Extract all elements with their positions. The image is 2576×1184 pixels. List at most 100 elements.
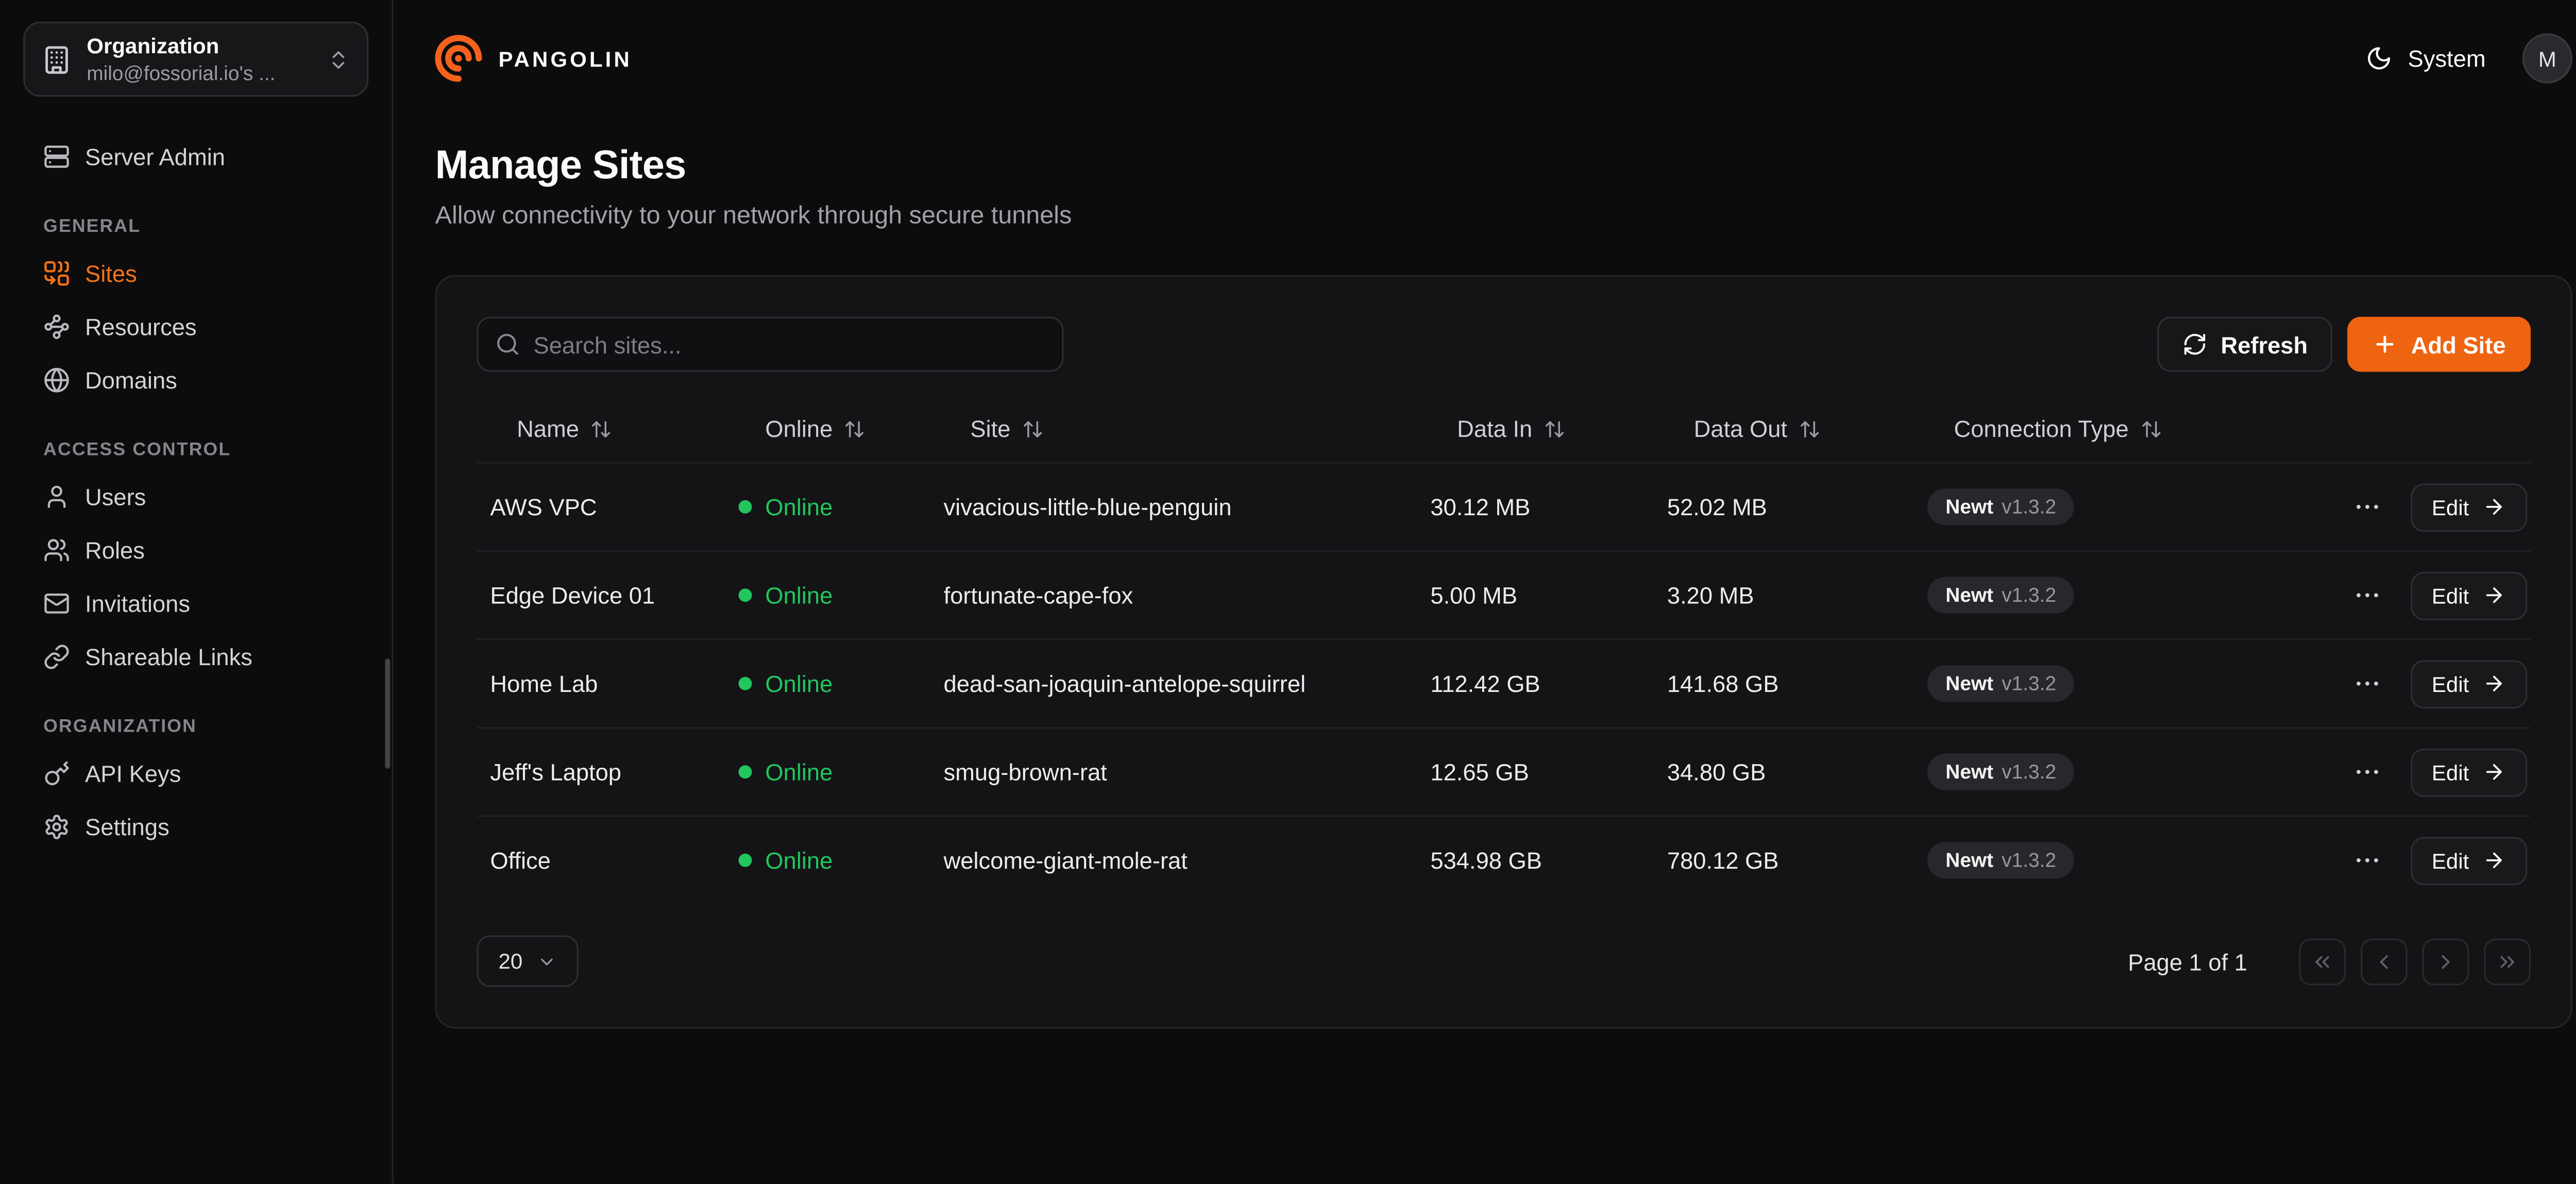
online-status-dot <box>739 500 752 514</box>
gear-icon <box>43 814 70 840</box>
first-page-button[interactable] <box>2299 938 2346 985</box>
page-size-select[interactable]: 20 <box>477 935 579 987</box>
previous-page-button[interactable] <box>2361 938 2408 985</box>
column-header-site[interactable]: Site <box>930 415 1417 442</box>
online-status-label: Online <box>765 758 833 785</box>
edit-button[interactable]: Edit <box>2410 836 2528 885</box>
table-row: Office Online welcome-giant-mole-rat 534… <box>477 815 2531 904</box>
sidebar-item-resources[interactable]: Resources <box>23 300 368 353</box>
brand: PANGOLIN <box>433 33 632 83</box>
sidebar-item-invitations[interactable]: Invitations <box>23 577 368 631</box>
column-header-online[interactable]: Online <box>725 415 930 442</box>
nav-section-organization: ORGANIZATION <box>43 717 348 737</box>
sidebar-item-server-admin[interactable]: Server Admin <box>23 130 368 183</box>
cell-online: Online <box>725 582 930 608</box>
cell-connection-type: Newtv1.3.2 <box>1914 577 2321 614</box>
edit-button[interactable]: Edit <box>2410 659 2528 708</box>
sidebar-item-domains[interactable]: Domains <box>23 353 368 407</box>
more-horizontal-icon <box>2352 845 2382 875</box>
connection-name: Newt <box>1945 584 1993 607</box>
search-input[interactable] <box>533 331 1045 358</box>
column-header-name[interactable]: Name <box>477 415 725 442</box>
refresh-button[interactable]: Refresh <box>2158 317 2333 372</box>
theme-selector-button[interactable]: System <box>2366 45 2486 72</box>
row-menu-button[interactable] <box>2352 845 2382 875</box>
sidebar: Organization milo@fossorial.io's ... Ser… <box>0 0 394 1183</box>
cell-data-in: 112.42 GB <box>1417 670 1654 697</box>
sidebar-item-settings[interactable]: Settings <box>23 800 368 854</box>
page-size-value: 20 <box>499 949 523 974</box>
cell-name: Office <box>477 847 725 874</box>
row-menu-button[interactable] <box>2352 669 2382 699</box>
key-icon <box>43 760 70 787</box>
sidebar-item-label: Invitations <box>85 590 190 617</box>
cell-site: dead-san-joaquin-antelope-squirrel <box>930 670 1417 697</box>
cell-data-in: 12.65 GB <box>1417 758 1654 785</box>
chevron-down-icon <box>537 951 557 971</box>
more-horizontal-icon <box>2352 669 2382 699</box>
sidebar-item-roles[interactable]: Roles <box>23 523 368 577</box>
edit-button[interactable]: Edit <box>2410 483 2528 531</box>
online-status-dot <box>739 677 752 690</box>
page-content: Manage Sites Allow connectivity to your … <box>394 104 2576 1029</box>
cell-site: fortunate-cape-fox <box>930 582 1417 608</box>
more-horizontal-icon <box>2352 492 2382 522</box>
cell-name: Jeff's Laptop <box>477 758 725 785</box>
sites-card: Refresh Add Site Name <box>435 275 2572 1029</box>
cell-site: smug-brown-rat <box>930 758 1417 785</box>
cell-site: vivacious-little-blue-penguin <box>930 494 1417 520</box>
next-page-button[interactable] <box>2422 938 2469 985</box>
chevron-right-icon <box>2434 950 2457 973</box>
connection-version: v1.3.2 <box>2002 849 2056 872</box>
cell-actions: Edit <box>2320 483 2531 531</box>
add-site-button[interactable]: Add Site <box>2348 317 2531 372</box>
server-icon <box>43 143 70 170</box>
user-avatar[interactable]: M <box>2522 33 2572 83</box>
org-switcher-text: Organization milo@fossorial.io's ... <box>87 33 312 85</box>
page-subtitle: Allow connectivity to your network throu… <box>435 202 2572 230</box>
nav-section-access-control: ACCESS CONTROL <box>43 440 348 460</box>
cell-name: Edge Device 01 <box>477 582 725 608</box>
building-icon <box>42 44 72 74</box>
org-switcher[interactable]: Organization milo@fossorial.io's ... <box>23 22 368 97</box>
column-header-connection-type[interactable]: Connection Type <box>1914 415 2321 442</box>
sidebar-item-shareable-links[interactable]: Shareable Links <box>23 630 368 684</box>
top-bar: PANGOLIN System M <box>394 0 2576 104</box>
column-header-data-in[interactable]: Data In <box>1417 415 1654 442</box>
cell-name: Home Lab <box>477 670 725 697</box>
cell-connection-type: Newtv1.3.2 <box>1914 665 2321 702</box>
last-page-button[interactable] <box>2484 938 2531 985</box>
connection-name: Newt <box>1945 760 1993 784</box>
pangolin-logo-icon <box>433 33 483 83</box>
row-menu-button[interactable] <box>2352 757 2382 787</box>
link-icon <box>43 644 70 670</box>
arrow-right-icon <box>2482 584 2505 607</box>
cell-site: welcome-giant-mole-rat <box>930 847 1417 874</box>
cell-data-in: 30.12 MB <box>1417 494 1654 520</box>
online-status-dot <box>739 765 752 779</box>
edit-button[interactable]: Edit <box>2410 748 2528 796</box>
table-row: AWS VPC Online vivacious-little-blue-pen… <box>477 462 2531 550</box>
table-row: Jeff's Laptop Online smug-brown-rat 12.6… <box>477 727 2531 816</box>
sort-icon <box>1799 418 1821 439</box>
cell-connection-type: Newtv1.3.2 <box>1914 754 2321 790</box>
table-row: Edge Device 01 Online fortunate-cape-fox… <box>477 550 2531 639</box>
column-label: Data Out <box>1694 415 1787 442</box>
connection-version: v1.3.2 <box>2002 495 2056 518</box>
sidebar-scrollbar-thumb[interactable] <box>385 658 390 769</box>
edit-button[interactable]: Edit <box>2410 571 2528 619</box>
globe-icon <box>43 367 70 394</box>
user-icon <box>43 483 70 510</box>
sidebar-item-label: API Keys <box>85 760 181 787</box>
arrow-right-icon <box>2482 495 2505 518</box>
sidebar-item-api-keys[interactable]: API Keys <box>23 747 368 801</box>
cell-data-in: 5.00 MB <box>1417 582 1654 608</box>
sidebar-item-users[interactable]: Users <box>23 470 368 524</box>
sidebar-item-label: Users <box>85 483 146 510</box>
column-header-data-out[interactable]: Data Out <box>1654 415 1914 442</box>
sidebar-item-sites[interactable]: Sites <box>23 247 368 300</box>
row-menu-button[interactable] <box>2352 492 2382 522</box>
cell-connection-type: Newtv1.3.2 <box>1914 842 2321 878</box>
mail-icon <box>43 590 70 617</box>
row-menu-button[interactable] <box>2352 580 2382 610</box>
